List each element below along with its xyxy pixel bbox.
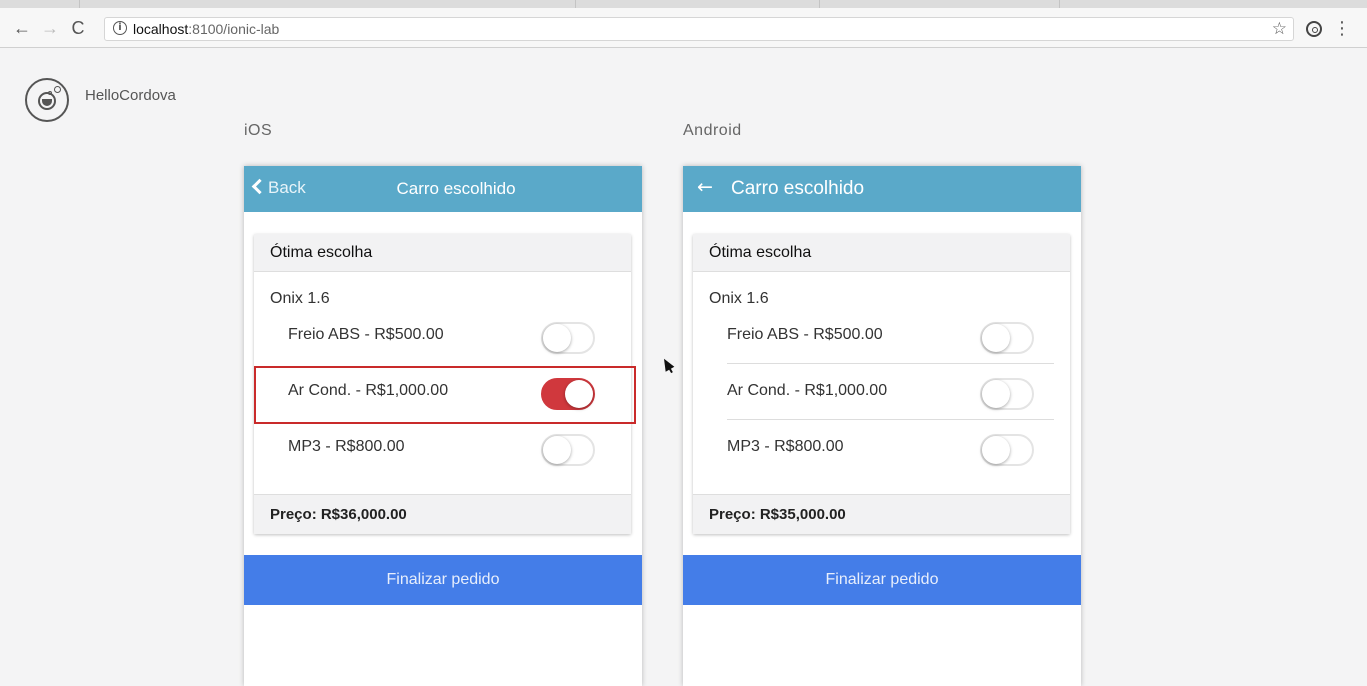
mp3-toggle[interactable] [980, 434, 1034, 466]
android-device-preview: ← Carro escolhido Ótima escolha Onix 1.6… [683, 166, 1081, 686]
back-arrow-icon[interactable]: ← [697, 176, 713, 198]
option-label: Freio ABS - R$500.00 [727, 326, 883, 343]
mouse-cursor-icon [659, 356, 675, 372]
option-ar-cond[interactable]: Ar Cond. - R$1,000.00 [693, 364, 1070, 420]
price-footer: Preço: R$35,000.00 [693, 494, 1070, 534]
finalize-order-button[interactable]: Finalizar pedido [683, 555, 1081, 605]
info-icon[interactable]: i [113, 21, 127, 35]
option-mp3[interactable]: MP3 - R$800.00 [254, 420, 631, 476]
browser-tab[interactable] [820, 0, 1060, 8]
ios-device-preview: Back Carro escolhido Ótima escolha Onix … [244, 166, 642, 686]
platform-label-android: Android [683, 122, 742, 139]
card-header: Ótima escolha [693, 234, 1070, 272]
mp3-toggle[interactable] [541, 434, 595, 466]
freio-abs-toggle[interactable] [980, 322, 1034, 354]
car-model: Onix 1.6 [709, 290, 769, 307]
ar-cond-toggle[interactable] [980, 378, 1034, 410]
freio-abs-toggle[interactable] [541, 322, 595, 354]
highlight-box [254, 366, 636, 424]
platform-label-ios: iOS [244, 122, 273, 139]
options-card: Ótima escolha Onix 1.6 Freio ABS - R$500… [693, 234, 1070, 534]
back-arrow-icon[interactable]: ← [12, 16, 32, 40]
app-name: HelloCordova [85, 87, 176, 104]
finalize-order-button[interactable]: Finalizar pedido [244, 555, 642, 605]
card-header: Ótima escolha [254, 234, 631, 272]
option-label: Ar Cond. - R$1,000.00 [727, 382, 888, 399]
page-title: Carro escolhido [731, 178, 865, 199]
url-text[interactable]: localhost:8100/ionic-lab [133, 21, 279, 37]
browser-menu-icon[interactable]: ⋮ [1333, 18, 1351, 39]
option-label: Freio ABS - R$500.00 [288, 326, 444, 343]
option-freio-abs[interactable]: Freio ABS - R$500.00 [693, 308, 1070, 364]
ios-navbar: Back Carro escolhido [244, 166, 642, 212]
address-bar[interactable]: i localhost:8100/ionic-lab ☆ [104, 17, 1294, 41]
option-freio-abs[interactable]: Freio ABS - R$500.00 [254, 308, 631, 364]
page-title: Carro escolhido [396, 179, 516, 198]
car-model: Onix 1.6 [270, 290, 330, 307]
price-footer: Preço: R$36,000.00 [254, 494, 631, 534]
bookmark-star-icon[interactable]: ☆ [1272, 19, 1287, 39]
reload-icon[interactable]: C [68, 16, 88, 40]
option-label: MP3 - R$800.00 [727, 438, 844, 455]
browser-tab[interactable] [336, 0, 576, 8]
browser-toolbar: ← → C i localhost:8100/ionic-lab ☆ ⋮ [0, 8, 1367, 48]
app-logo-icon [25, 78, 69, 122]
option-label: MP3 - R$800.00 [288, 438, 405, 455]
android-navbar: ← Carro escolhido [683, 166, 1081, 212]
extension-icon[interactable] [1306, 21, 1322, 37]
browser-tab[interactable] [576, 0, 820, 8]
browser-tab[interactable] [0, 0, 80, 8]
option-mp3[interactable]: MP3 - R$800.00 [693, 420, 1070, 476]
forward-arrow-icon[interactable]: → [40, 16, 60, 40]
